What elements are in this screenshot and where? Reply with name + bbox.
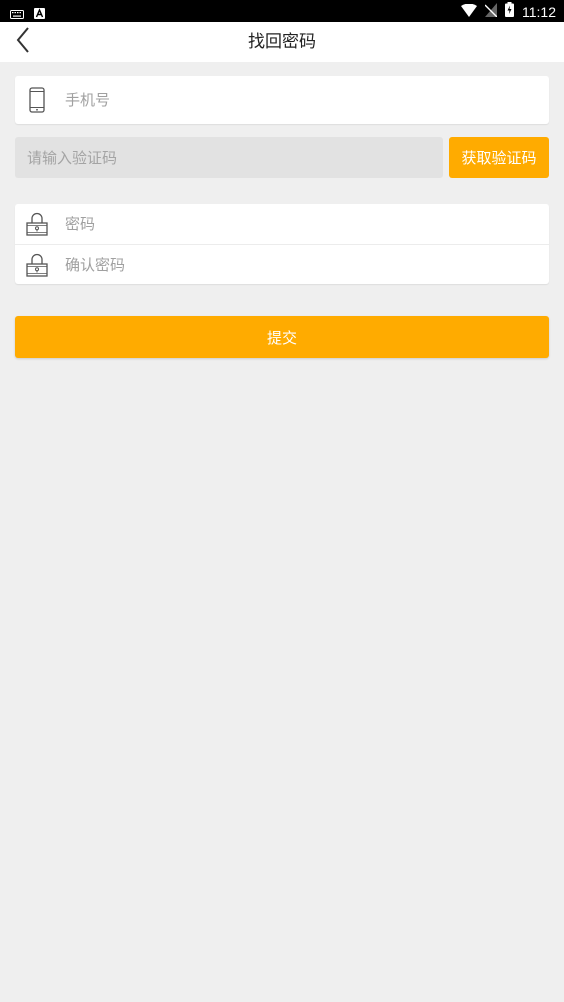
status-bar-left: [10, 4, 45, 23]
no-sim-icon: [484, 2, 498, 21]
lock-icon: [15, 204, 59, 244]
submit-button[interactable]: 提交: [15, 316, 549, 358]
confirm-password-input[interactable]: [65, 255, 505, 274]
battery-charging-icon: [505, 2, 514, 21]
keyboard-icon: [10, 4, 24, 23]
password-row: [15, 204, 549, 244]
lock-icon: [15, 245, 59, 284]
wifi-icon: [461, 2, 477, 21]
code-field: [15, 137, 443, 178]
password-input[interactable]: [65, 215, 505, 233]
status-bar-right: 11:12: [461, 2, 556, 21]
code-input[interactable]: [27, 148, 427, 167]
page-title: 找回密码: [248, 32, 316, 52]
phone-card: [15, 76, 549, 124]
phone-input[interactable]: [65, 91, 505, 109]
status-time: 11:12: [522, 3, 556, 20]
status-bar: 11:12: [0, 0, 564, 22]
nav-bar: 找回密码: [0, 22, 564, 62]
confirm-password-row: [15, 244, 549, 284]
get-code-button[interactable]: 获取验证码: [449, 137, 549, 178]
phone-icon: [15, 76, 59, 124]
password-card: [15, 204, 549, 284]
a-icon: [34, 4, 45, 23]
phone-row: [15, 76, 549, 124]
